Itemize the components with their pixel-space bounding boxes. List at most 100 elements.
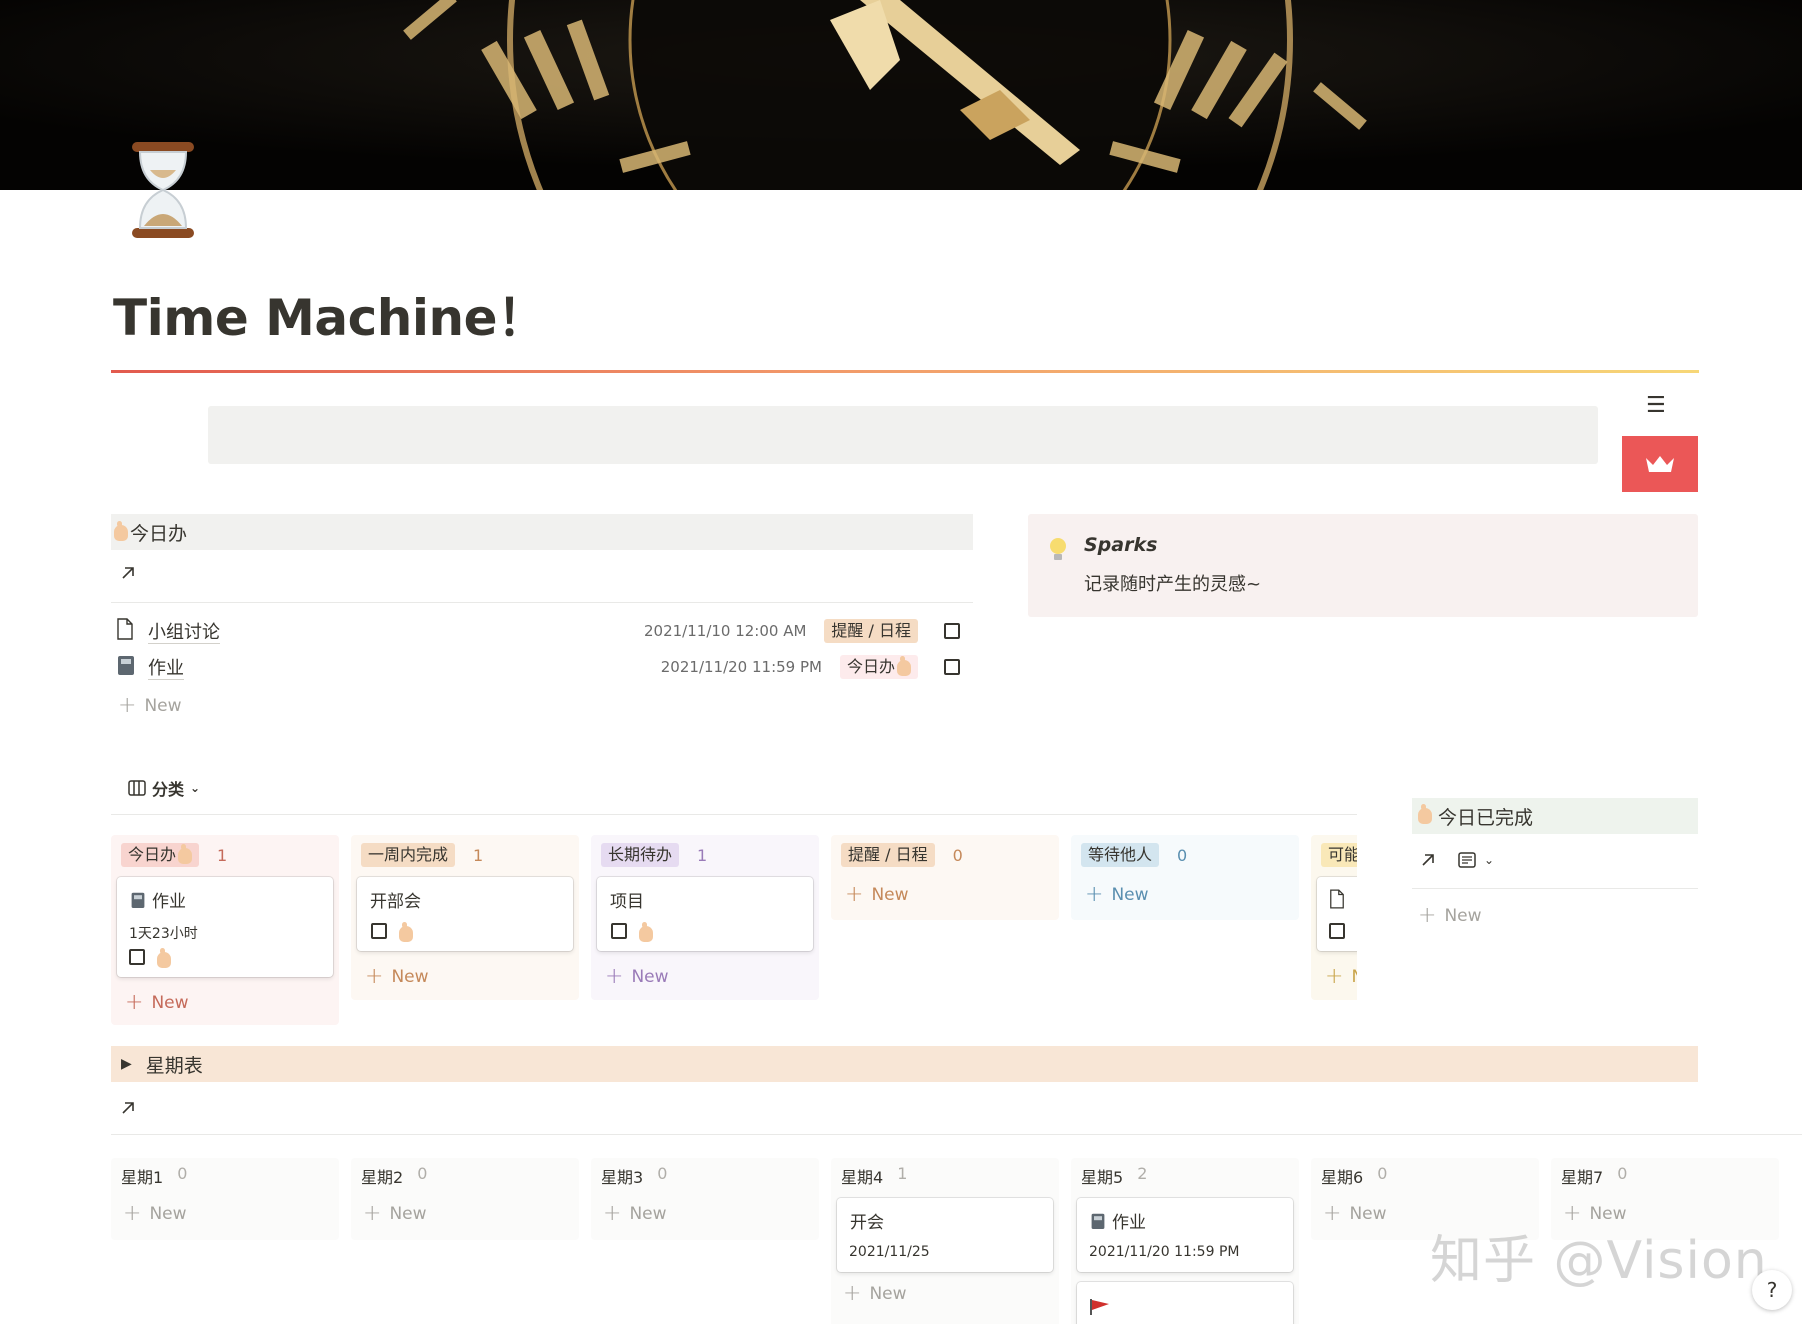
column-header[interactable]: 星期1 0 — [121, 1164, 187, 1188]
raised-hand-icon — [178, 843, 193, 864]
card-subtitle: 1天23小时 — [129, 926, 198, 942]
menu-icon[interactable]: ☰ — [1646, 395, 1666, 417]
column-tag: 等待他人 — [1081, 843, 1160, 867]
page-cover — [0, 0, 1802, 190]
new-card-button[interactable]: +New — [1085, 884, 1149, 906]
card-date: 2021/11/20 11:59 PM — [1089, 1244, 1240, 1260]
board-card[interactable]: 开会 2021/11/25 — [837, 1198, 1053, 1272]
new-card-button[interactable]: +New — [605, 966, 669, 988]
board-card[interactable]: 开部会 — [357, 877, 573, 951]
row-title[interactable]: 小组讨论 — [148, 618, 220, 644]
column-header[interactable]: 星期2 0 — [361, 1164, 427, 1188]
board-card[interactable]: 作业 2021/11/20 11:59 PM — [1077, 1198, 1293, 1272]
card-title: 作业 — [1090, 1208, 1146, 1233]
crown-icon — [1646, 456, 1674, 472]
board-column: 一周内完成 1 开部会 + New — [351, 835, 579, 1000]
column-header[interactable]: 一周内完成 1 — [361, 843, 483, 867]
week-column: 星期5 2 作业 2021/11/20 11:59 PM — [1071, 1158, 1299, 1324]
board-card[interactable]: 作业 1天23小时 — [117, 877, 333, 977]
raised-hand-icon — [897, 655, 911, 676]
week-column: 星期4 1 开会 2021/11/25 + New — [831, 1158, 1059, 1324]
board-column: 今日办 1 作业 1天23小时 + New — [111, 835, 339, 1025]
card-title: 开会 — [850, 1213, 884, 1233]
column-header[interactable]: 星期7 0 — [1561, 1164, 1627, 1188]
view-selector[interactable]: ⌄ — [1458, 852, 1494, 868]
column-header[interactable]: 今日办 1 — [121, 843, 227, 867]
week-column: 星期2 0 + New — [351, 1158, 579, 1240]
column-header[interactable]: 星期5 2 — [1081, 1164, 1147, 1188]
done-section-heading[interactable]: 今日已完成 — [1412, 798, 1698, 834]
board-column: 等待他人 0 + New — [1071, 835, 1299, 920]
column-header[interactable]: 星期4 1 — [841, 1164, 907, 1188]
sparks-callout[interactable]: Sparks 记录随时产生的灵感~ — [1028, 514, 1698, 617]
new-row-button[interactable]: + New — [118, 695, 182, 717]
card-checkbox[interactable] — [1329, 923, 1345, 939]
table-row[interactable]: 作业 2021/11/20 11:59 PM 今日办 — [116, 650, 972, 684]
chevron-down-icon: ⌄ — [190, 781, 201, 795]
column-tag: 提醒 / 日程 — [841, 843, 935, 867]
row-tag: 提醒 / 日程 — [824, 619, 918, 643]
card-checkbox[interactable] — [371, 923, 387, 939]
column-header[interactable]: 可能 — [1321, 843, 1357, 867]
new-card-button[interactable]: +New — [843, 1283, 907, 1305]
new-card-button[interactable]: +New — [845, 884, 909, 906]
raised-hand-icon — [114, 520, 128, 543]
card-checkbox[interactable] — [129, 949, 145, 965]
open-link-icon[interactable] — [120, 1100, 140, 1120]
board-card[interactable]: 项目 — [597, 877, 813, 951]
new-card-button[interactable]: +New — [123, 1203, 187, 1225]
hourglass-icon[interactable] — [126, 140, 200, 240]
card-date: 2021/11/25 — [849, 1244, 930, 1260]
board-column: 提醒 / 日程 0 + New — [831, 835, 1059, 920]
toggle-triangle-icon[interactable]: ▶ — [121, 1056, 132, 1072]
ok-hand-icon — [1418, 804, 1432, 824]
column-header[interactable]: 长期待办 1 — [601, 843, 707, 867]
done-divider — [1412, 888, 1698, 889]
new-card-button[interactable]: +New — [1323, 1203, 1387, 1225]
crown-button[interactable] — [1622, 436, 1698, 492]
card-title: 项目 — [610, 892, 644, 912]
board-card[interactable] — [1317, 877, 1357, 951]
open-link-icon[interactable] — [1420, 852, 1440, 872]
page-title[interactable]: Time Machine！ — [113, 278, 547, 350]
today-section-heading[interactable]: 今日办 — [111, 514, 973, 550]
board-card[interactable] — [1077, 1282, 1293, 1324]
ok-hand-icon — [399, 921, 413, 942]
ok-hand-icon — [157, 947, 171, 968]
row-checkbox[interactable] — [944, 659, 960, 675]
new-card-button[interactable]: +New — [363, 1203, 427, 1225]
red-flag-icon — [1089, 1298, 1111, 1320]
column-count: 0 — [1177, 845, 1188, 865]
column-header[interactable]: 星期3 0 — [601, 1164, 667, 1188]
open-link-icon[interactable] — [120, 565, 140, 585]
gradient-divider — [111, 370, 1699, 373]
new-card-button[interactable]: +New — [603, 1203, 667, 1225]
column-header[interactable]: 等待他人 0 — [1081, 843, 1187, 867]
week-section-heading[interactable]: ▶ 星期表 — [111, 1046, 1698, 1082]
row-title[interactable]: 作业 — [148, 654, 184, 680]
row-tag: 今日办 — [839, 655, 918, 679]
column-header[interactable]: 星期6 0 — [1321, 1164, 1387, 1188]
board-view-selector[interactable]: 分类 ⌄ — [128, 776, 200, 800]
board-column: 长期待办 1 项目 + New — [591, 835, 819, 1000]
row-checkbox[interactable] — [944, 623, 960, 639]
help-button[interactable]: ? — [1752, 1270, 1792, 1310]
table-divider — [111, 602, 973, 603]
ok-hand-icon — [639, 921, 653, 942]
column-tag: 长期待办 — [601, 843, 680, 867]
card-title: 开部会 — [370, 892, 421, 912]
new-card-button[interactable]: +New — [365, 966, 429, 988]
notebook-icon — [131, 892, 145, 908]
new-row-button[interactable]: + New — [1418, 905, 1482, 927]
list-view-icon — [1458, 852, 1476, 868]
table-row[interactable]: 小组讨论 2021/11/10 12:00 AM 提醒 / 日程 — [116, 614, 972, 648]
column-count: 1 — [473, 845, 484, 865]
embed-block[interactable] — [208, 406, 1598, 464]
week-column: 星期3 0 + New — [591, 1158, 819, 1240]
card-checkbox[interactable] — [611, 923, 627, 939]
column-header[interactable]: 提醒 / 日程 0 — [841, 843, 963, 867]
new-card-button[interactable]: +New — [1325, 966, 1357, 988]
card-title: 作业 — [130, 887, 186, 912]
new-card-button[interactable]: +New — [125, 992, 189, 1014]
callout-text: 记录随时产生的灵感~ — [1084, 574, 1262, 595]
